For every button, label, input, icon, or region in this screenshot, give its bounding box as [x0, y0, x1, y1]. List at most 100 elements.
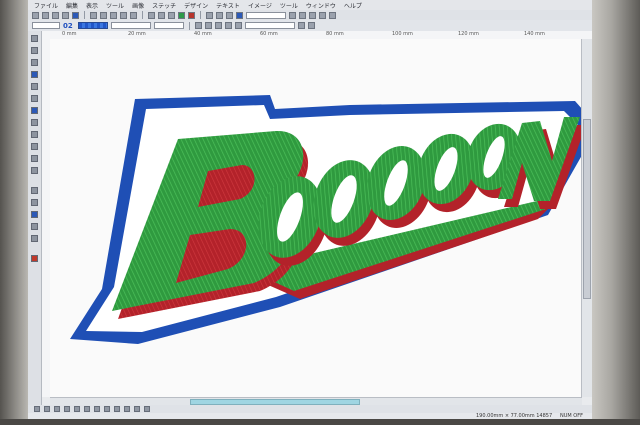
play-icon[interactable] — [64, 406, 70, 412]
align-icon[interactable] — [289, 11, 296, 19]
running-stitch-tool-icon[interactable] — [31, 131, 38, 138]
help-icon[interactable] — [329, 11, 336, 19]
align-center-icon[interactable] — [224, 22, 232, 29]
save-icon[interactable] — [52, 11, 59, 19]
grid-tool-icon[interactable] — [31, 235, 38, 242]
new-file-icon[interactable] — [32, 11, 39, 19]
menu-tools[interactable]: ツール — [106, 1, 124, 10]
toolbar-separator — [142, 11, 143, 19]
redo-icon[interactable] — [130, 11, 137, 19]
density-icon[interactable] — [144, 406, 150, 412]
zoom-select[interactable] — [246, 11, 286, 19]
next-stitch-icon[interactable] — [74, 406, 80, 412]
paste-icon[interactable] — [110, 11, 117, 19]
satin-tool-icon[interactable] — [31, 119, 38, 126]
distribute-icon[interactable] — [299, 11, 306, 19]
menu-view[interactable]: 表示 — [86, 1, 98, 10]
bold-icon[interactable] — [194, 22, 202, 29]
zoom-in-icon[interactable] — [206, 11, 213, 19]
embroidery-editor-window: ファイル 編集 表示 ツール 画像 ステッチ デザイン テキスト イメージ ツー… — [28, 0, 592, 419]
grid-icon[interactable] — [226, 11, 233, 19]
menu-design[interactable]: デザイン — [184, 1, 208, 10]
copy-icon[interactable] — [100, 11, 107, 19]
menu-help[interactable]: ヘルプ — [344, 1, 362, 10]
pointer-tool-icon[interactable] — [31, 35, 38, 42]
open-file-icon[interactable] — [42, 11, 49, 19]
fill-tool-icon[interactable] — [178, 11, 185, 19]
font-select[interactable] — [32, 22, 60, 29]
monitor-bezel-left — [0, 0, 28, 425]
shape-tool-icon[interactable] — [31, 71, 38, 78]
monitor-bezel-bottom — [0, 419, 640, 425]
zoom-out-icon[interactable] — [216, 11, 223, 19]
menu-image-2[interactable]: イメージ — [248, 1, 272, 10]
trim-icon[interactable] — [114, 406, 120, 412]
vertical-scroll-thumb[interactable] — [583, 119, 591, 299]
zoom-tool-icon[interactable] — [31, 59, 38, 66]
jump-icon[interactable] — [104, 406, 110, 412]
print-icon[interactable] — [62, 11, 69, 19]
menu-text[interactable]: テキスト — [216, 1, 240, 10]
ruler-label: 100 mm — [392, 31, 413, 37]
cut-icon[interactable] — [90, 11, 97, 19]
align-right-icon[interactable] — [234, 22, 242, 29]
toolbar-separator — [200, 11, 201, 19]
size-select[interactable] — [110, 22, 151, 29]
last-stitch-icon[interactable] — [84, 406, 90, 412]
ungroup-icon[interactable] — [319, 11, 326, 19]
status-bar: 190.00mm × 77.00mm 14857 NUM OFF — [28, 413, 592, 419]
globe-icon[interactable] — [72, 11, 79, 19]
redraw-icon[interactable] — [124, 406, 130, 412]
vertical-scrollbar[interactable] — [581, 39, 592, 397]
ruler-label: 0 mm — [62, 31, 77, 37]
menu-file[interactable]: ファイル — [34, 1, 58, 10]
bottom-toolbar — [28, 405, 592, 413]
align-left-icon[interactable] — [214, 22, 222, 29]
stitch-tool-icon[interactable] — [188, 11, 195, 19]
fit-view-icon[interactable] — [34, 406, 40, 412]
group-icon[interactable] — [309, 11, 316, 19]
menu-tools-2[interactable]: ツール — [280, 1, 298, 10]
monitor-bezel-right — [592, 0, 640, 425]
spacing-input[interactable] — [244, 22, 295, 29]
main-toolbar — [28, 10, 592, 20]
applique-tool-icon[interactable] — [31, 155, 38, 162]
apply-icon[interactable] — [307, 22, 315, 29]
design-canvas[interactable] — [50, 39, 582, 397]
menu-edit[interactable]: 編集 — [66, 1, 78, 10]
preview-icon[interactable] — [236, 11, 243, 19]
line-tool-icon[interactable] — [31, 83, 38, 90]
color-tool-icon[interactable] — [31, 211, 38, 218]
mirror-tool-icon[interactable] — [31, 199, 38, 206]
color-step-icon[interactable] — [94, 406, 100, 412]
rotate-tool-icon[interactable] — [31, 187, 38, 194]
text-tool-icon[interactable] — [148, 11, 155, 19]
node-edit-tool-icon[interactable] — [31, 47, 38, 54]
menu-image[interactable]: 画像 — [132, 1, 144, 10]
3d-view-icon[interactable] — [134, 406, 140, 412]
undo-icon[interactable] — [120, 11, 127, 19]
fill-stitch-tool-icon[interactable] — [31, 107, 38, 114]
menu-stitch[interactable]: ステッチ — [152, 1, 176, 10]
pen-tool-icon[interactable] — [168, 11, 175, 19]
curve-tool-icon[interactable] — [31, 95, 38, 102]
stitch-type-select[interactable] — [153, 22, 184, 29]
select-tool-icon[interactable] — [158, 11, 165, 19]
ruler-label: 60 mm — [260, 31, 278, 37]
thread-tool-icon[interactable] — [31, 255, 38, 262]
num-lock-indicator: NUM OFF — [560, 413, 583, 419]
layer-number[interactable]: 02 — [63, 22, 73, 30]
measure-tool-icon[interactable] — [31, 167, 38, 174]
left-tool-palette — [28, 31, 42, 409]
embroidery-design[interactable] — [50, 39, 582, 397]
menu-window[interactable]: ウィンドウ — [306, 1, 336, 10]
ruler-label: 20 mm — [128, 31, 146, 37]
text-tool-icon[interactable] — [31, 143, 38, 150]
thread-color-swatch[interactable] — [77, 22, 108, 29]
italic-icon[interactable] — [204, 22, 212, 29]
prev-stitch-icon[interactable] — [54, 406, 60, 412]
first-stitch-icon[interactable] — [44, 406, 50, 412]
settings-icon[interactable] — [297, 22, 305, 29]
ruler-label: 120 mm — [458, 31, 479, 37]
pattern-tool-icon[interactable] — [31, 223, 38, 230]
